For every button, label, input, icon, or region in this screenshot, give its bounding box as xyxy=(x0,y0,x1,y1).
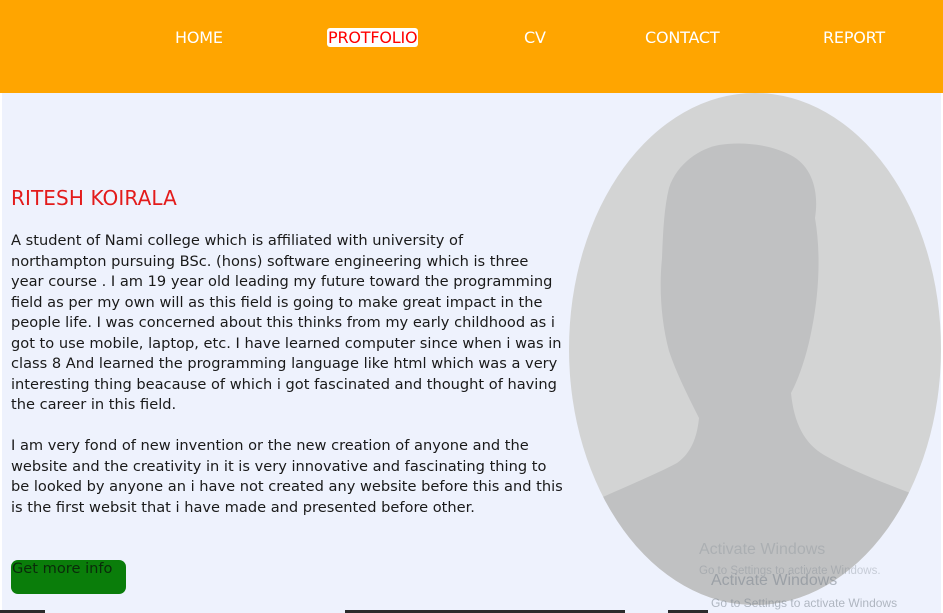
activate-windows-subtitle: Go to Settings to activate Windows xyxy=(711,596,898,610)
bio-paragraph: I am very fond of new invention or the n… xyxy=(11,437,563,516)
bio-paragraph: A student of Nami college which is affil… xyxy=(11,232,562,413)
nav-report-link[interactable]: REPORT xyxy=(823,27,885,49)
activate-windows-title: Activate Windows xyxy=(699,541,826,558)
profile-avatar xyxy=(569,93,941,605)
get-more-info-label: Get more info xyxy=(12,560,113,577)
top-navbar: HOME PROTFOLIO CV CONTACT REPORT xyxy=(0,0,943,93)
profile-name-heading: RITESH KOIRALA xyxy=(11,186,177,210)
activate-windows-title: Activate Windows xyxy=(711,572,838,589)
profile-bio: A student of Nami college which is affil… xyxy=(11,231,563,539)
person-silhouette-icon xyxy=(569,143,941,605)
get-more-info-button[interactable]: Get more info xyxy=(11,560,126,594)
nav-portfolio-link[interactable]: PROTFOLIO xyxy=(327,28,419,47)
nav-cv-link[interactable]: CV xyxy=(524,27,546,49)
nav-contact-link[interactable]: CONTACT xyxy=(645,27,720,49)
nav-home-link[interactable]: HOME xyxy=(175,27,223,49)
